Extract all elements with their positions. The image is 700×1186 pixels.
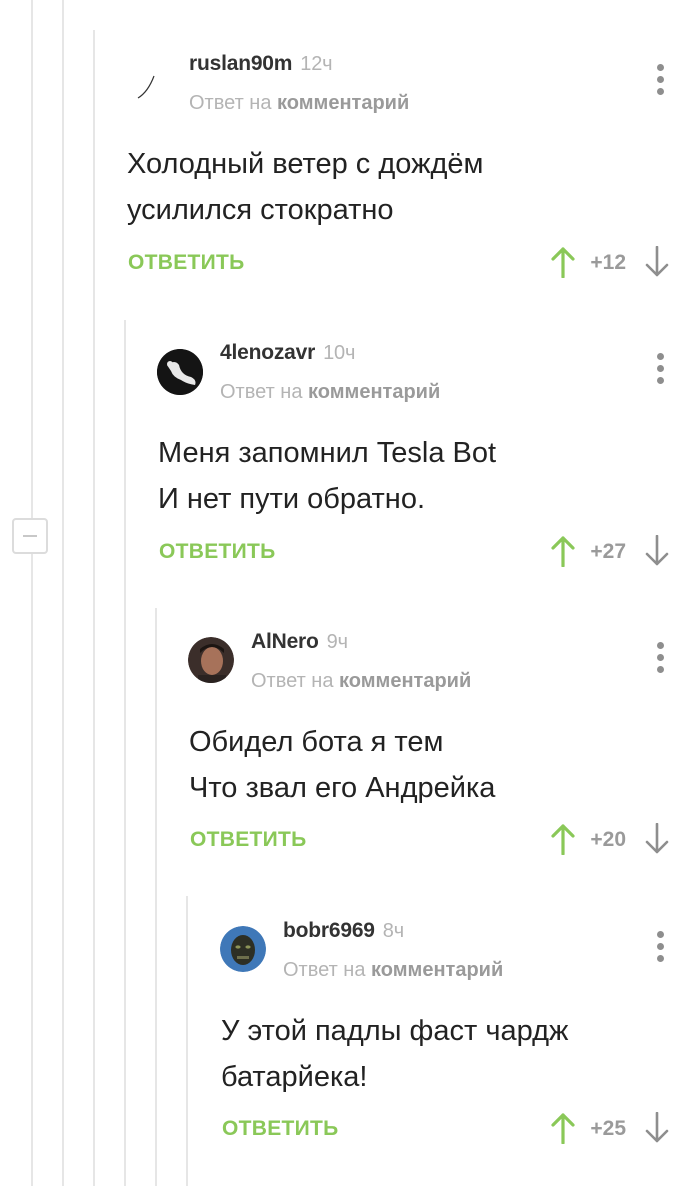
avatar-image bbox=[188, 637, 234, 683]
comment-text: Обидел бота я тем Что звал его Андрейка bbox=[189, 719, 660, 811]
thread-line bbox=[31, 0, 33, 1186]
avatar-image bbox=[157, 349, 203, 395]
avatar[interactable] bbox=[126, 66, 172, 112]
author-name[interactable]: 4lenozavr bbox=[220, 341, 315, 364]
reply-to-info: Ответ на комментарий bbox=[283, 959, 503, 982]
avatar[interactable] bbox=[157, 349, 203, 395]
more-options-button[interactable] bbox=[650, 642, 670, 676]
reply-target-link[interactable]: комментарий bbox=[371, 959, 503, 981]
vote-score: +12 bbox=[590, 251, 626, 274]
comment-time: 12ч bbox=[300, 53, 333, 75]
vote-score: +25 bbox=[590, 1117, 626, 1140]
reply-to-info: Ответ на комментарий bbox=[251, 670, 471, 693]
comment-line: И нет пути обратно. bbox=[158, 483, 426, 515]
author-name[interactable]: ruslan90m bbox=[189, 52, 292, 75]
thread-line bbox=[186, 896, 188, 1186]
reply-target-link[interactable]: комментарий bbox=[277, 92, 409, 114]
comment-text: У этой падлы фаст чардж батарйека! bbox=[221, 1008, 660, 1100]
upvote-arrow-icon[interactable] bbox=[550, 246, 576, 278]
reply-to-info: Ответ на комментарий bbox=[189, 92, 409, 115]
reply-prefix: Ответ на bbox=[189, 92, 272, 114]
reply-button[interactable]: ОТВЕТИТЬ bbox=[128, 251, 245, 275]
comment-author[interactable]: AlNero 9ч bbox=[251, 630, 348, 654]
reply-prefix: Ответ на bbox=[220, 381, 303, 403]
comment-author[interactable]: bobr6969 8ч bbox=[283, 919, 404, 943]
avatar[interactable] bbox=[188, 637, 234, 683]
reply-prefix: Ответ на bbox=[251, 670, 334, 692]
comment-time: 10ч bbox=[323, 342, 356, 364]
thread-line bbox=[124, 320, 126, 1186]
reply-target-link[interactable]: комментарий bbox=[339, 670, 471, 692]
downvote-arrow-icon[interactable] bbox=[644, 1112, 670, 1144]
comment-time: 8ч bbox=[382, 920, 404, 942]
comment-line: Обидел бота я тем bbox=[189, 726, 444, 758]
avatar-image bbox=[137, 75, 155, 99]
reply-to-info: Ответ на комментарий bbox=[220, 381, 440, 404]
author-name[interactable]: bobr6969 bbox=[283, 919, 375, 942]
comment-text: Холодный ветер с дождём усилился стократ… bbox=[127, 141, 660, 233]
comment-line: усилился стократно bbox=[127, 194, 394, 226]
comment-line: Холодный ветер с дождём bbox=[127, 148, 484, 180]
thread-line bbox=[62, 0, 64, 1186]
comment-line: батарйека! bbox=[221, 1061, 368, 1093]
comment-author[interactable]: 4lenozavr 10ч bbox=[220, 341, 355, 365]
vote-score: +27 bbox=[590, 540, 626, 563]
comment-line: Меня запомнил Tesla Bot bbox=[158, 437, 497, 469]
vote-score: +20 bbox=[590, 828, 626, 851]
upvote-arrow-icon[interactable] bbox=[550, 535, 576, 567]
reply-button[interactable]: ОТВЕТИТЬ bbox=[222, 1117, 339, 1141]
author-name[interactable]: AlNero bbox=[251, 630, 319, 653]
thread-line bbox=[155, 608, 157, 1186]
reply-button[interactable]: ОТВЕТИТЬ bbox=[159, 540, 276, 564]
comment-line: Что звал его Андрейка bbox=[189, 772, 496, 804]
reply-target-link[interactable]: комментарий bbox=[308, 381, 440, 403]
comment-line: У этой падлы фаст чардж bbox=[221, 1015, 569, 1047]
avatar-image bbox=[220, 926, 266, 972]
collapse-thread-button[interactable] bbox=[12, 518, 48, 554]
reply-button[interactable]: ОТВЕТИТЬ bbox=[190, 828, 307, 852]
comment-author[interactable]: ruslan90m 12ч bbox=[189, 52, 333, 76]
more-options-button[interactable] bbox=[650, 353, 670, 387]
more-options-button[interactable] bbox=[650, 64, 670, 98]
avatar[interactable] bbox=[220, 926, 266, 972]
reply-prefix: Ответ на bbox=[283, 959, 366, 981]
thread-line bbox=[93, 30, 95, 1186]
upvote-arrow-icon[interactable] bbox=[550, 823, 576, 855]
downvote-arrow-icon[interactable] bbox=[644, 535, 670, 567]
upvote-arrow-icon[interactable] bbox=[550, 1112, 576, 1144]
downvote-arrow-icon[interactable] bbox=[644, 823, 670, 855]
comment-text: Меня запомнил Tesla Bot И нет пути обрат… bbox=[158, 430, 660, 522]
comment-time: 9ч bbox=[326, 631, 348, 653]
more-options-button[interactable] bbox=[650, 931, 670, 965]
downvote-arrow-icon[interactable] bbox=[644, 246, 670, 278]
